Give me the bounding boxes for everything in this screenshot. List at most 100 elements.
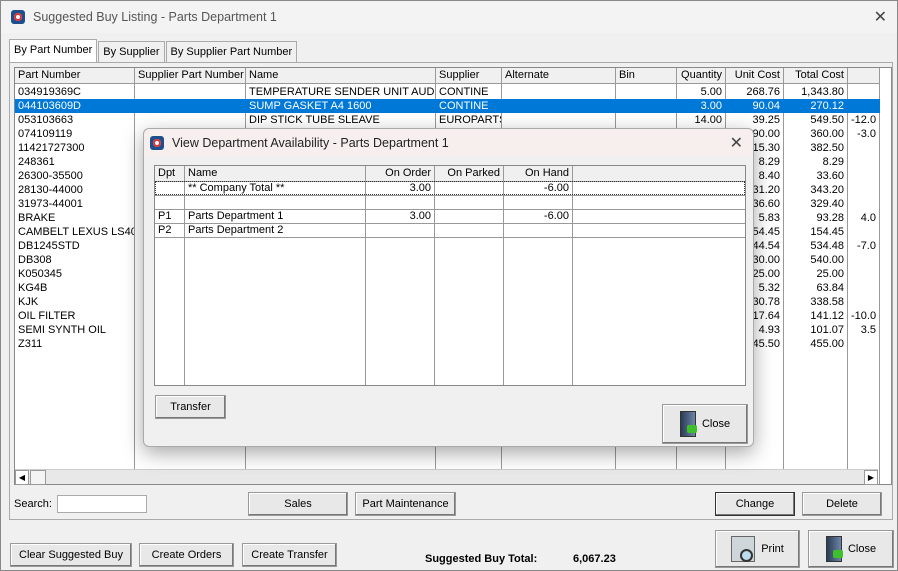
table-cell[interactable]: [848, 183, 879, 197]
close-icon[interactable]: ✕: [874, 7, 887, 27]
table-cell[interactable]: P2: [155, 223, 184, 237]
table-cell[interactable]: EUROPARTS: [436, 113, 501, 127]
table-cell[interactable]: [848, 337, 879, 351]
table-cell[interactable]: [155, 195, 184, 209]
table-cell[interactable]: 154.45: [784, 225, 847, 239]
close-button[interactable]: Close: [808, 530, 894, 568]
table-cell[interactable]: [848, 155, 879, 169]
column-header[interactable]: Total Cost: [784, 68, 848, 84]
table-cell[interactable]: 3.00: [366, 209, 434, 223]
table-cell[interactable]: [135, 85, 245, 99]
column-header[interactable]: Supplier: [436, 68, 502, 84]
table-cell[interactable]: [502, 113, 615, 127]
table-cell[interactable]: 549.50: [784, 113, 847, 127]
table-cell[interactable]: 3.5: [848, 323, 879, 337]
table-cell[interactable]: [848, 225, 879, 239]
table-cell[interactable]: Z311: [15, 337, 134, 351]
table-cell[interactable]: 39.25: [726, 113, 783, 127]
table-cell[interactable]: [573, 223, 745, 237]
tab-by-supplier[interactable]: By Supplier: [98, 41, 165, 62]
table-cell[interactable]: DB1245STD: [15, 239, 134, 253]
table-cell[interactable]: SUMP GASKET A4 1600: [246, 99, 435, 113]
table-cell[interactable]: [848, 281, 879, 295]
table-cell[interactable]: 14.00: [677, 113, 725, 127]
part-maintenance-button[interactable]: Part Maintenance: [355, 492, 456, 516]
table-cell[interactable]: [848, 197, 879, 211]
table-cell[interactable]: 053103663: [15, 113, 134, 127]
table-cell[interactable]: 270.12: [784, 99, 847, 113]
scroll-thumb[interactable]: [30, 470, 46, 485]
table-cell[interactable]: 33.60: [784, 169, 847, 183]
table-cell[interactable]: [435, 223, 503, 237]
table-cell[interactable]: KJK: [15, 295, 134, 309]
delete-button[interactable]: Delete: [802, 492, 882, 516]
table-cell[interactable]: [848, 267, 879, 281]
table-cell[interactable]: 11421727300: [15, 141, 134, 155]
table-cell[interactable]: [848, 169, 879, 183]
column-header[interactable]: Dpt: [155, 166, 185, 182]
table-cell[interactable]: [135, 113, 245, 127]
table-cell[interactable]: Parts Department 1: [185, 209, 365, 223]
table-cell[interactable]: 540.00: [784, 253, 847, 267]
table-cell[interactable]: [573, 195, 745, 209]
table-cell[interactable]: OIL FILTER: [15, 309, 134, 323]
scroll-right-icon[interactable]: ▶: [864, 470, 878, 485]
table-cell[interactable]: 343.20: [784, 183, 847, 197]
table-cell[interactable]: 5.00: [677, 85, 725, 99]
table-cell[interactable]: 8.29: [784, 155, 847, 169]
table-cell[interactable]: [848, 85, 879, 99]
table-cell[interactable]: Parts Department 2: [185, 223, 365, 237]
table-cell[interactable]: KG4B: [15, 281, 134, 295]
table-cell[interactable]: BRAKE: [15, 211, 134, 225]
table-cell[interactable]: [573, 209, 745, 223]
table-cell[interactable]: 329.40: [784, 197, 847, 211]
column-header[interactable]: Bin: [616, 68, 677, 84]
table-cell[interactable]: 31973-44001: [15, 197, 134, 211]
table-cell[interactable]: 93.28: [784, 211, 847, 225]
table-cell[interactable]: [366, 223, 434, 237]
column-header[interactable]: On Order: [366, 166, 435, 182]
table-cell[interactable]: [504, 223, 572, 237]
table-cell[interactable]: 360.00: [784, 127, 847, 141]
table-cell[interactable]: [135, 99, 245, 113]
table-cell[interactable]: 455.00: [784, 337, 847, 351]
scroll-left-icon[interactable]: ◀: [15, 470, 29, 485]
availability-table[interactable]: Dpt Name On Order On Parked On Hand ** Compan…: [154, 165, 746, 386]
table-cell[interactable]: [435, 209, 503, 223]
change-button[interactable]: Change: [715, 492, 795, 516]
table-cell[interactable]: 141.12: [784, 309, 847, 323]
dialog-close-button[interactable]: Close: [662, 404, 748, 444]
transfer-button[interactable]: Transfer: [155, 395, 226, 419]
column-header[interactable]: Name: [185, 166, 366, 182]
table-cell[interactable]: 044103609D: [15, 99, 134, 113]
horizontal-scrollbar[interactable]: ◀ ▶: [15, 469, 878, 485]
table-cell[interactable]: 25.00: [784, 267, 847, 281]
table-cell[interactable]: 101.07: [784, 323, 847, 337]
column-header[interactable]: Alternate: [502, 68, 616, 84]
clear-suggested-buy-button[interactable]: Clear Suggested Buy: [10, 543, 132, 567]
table-cell[interactable]: P1: [155, 209, 184, 223]
table-cell[interactable]: 248361: [15, 155, 134, 169]
table-cell[interactable]: -12.0: [848, 113, 879, 127]
tab-by-supplier-part-number[interactable]: By Supplier Part Number: [165, 41, 298, 62]
table-cell[interactable]: 382.50: [784, 141, 847, 155]
table-cell[interactable]: K050345: [15, 267, 134, 281]
column-header[interactable]: On Hand: [504, 166, 573, 182]
sales-button[interactable]: Sales: [248, 492, 348, 516]
table-cell[interactable]: [848, 253, 879, 267]
table-cell[interactable]: [616, 113, 676, 127]
table-cell[interactable]: [435, 195, 503, 209]
table-cell[interactable]: [504, 195, 572, 209]
table-cell[interactable]: 28130-44000: [15, 183, 134, 197]
table-cell[interactable]: 26300-35500: [15, 169, 134, 183]
table-cell[interactable]: [502, 85, 615, 99]
table-cell[interactable]: DB308: [15, 253, 134, 267]
table-cell[interactable]: 534.48: [784, 239, 847, 253]
table-cell[interactable]: [366, 195, 434, 209]
table-cell[interactable]: -10.0: [848, 309, 879, 323]
table-cell[interactable]: -3.0: [848, 127, 879, 141]
column-header[interactable]: Supplier Part Number: [135, 68, 246, 84]
column-header[interactable]: [848, 68, 880, 84]
column-header[interactable]: [573, 166, 745, 182]
column-header[interactable]: Quantity: [677, 68, 726, 84]
